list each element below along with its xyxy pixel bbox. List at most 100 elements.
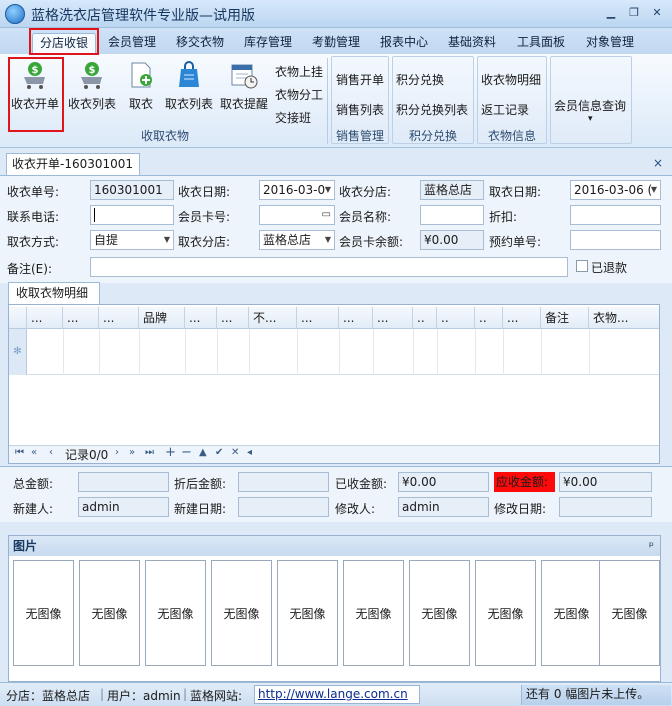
pickup-reminder-button[interactable]: 取衣提醒 xyxy=(218,58,270,118)
member-card-input[interactable]: ▭ xyxy=(259,205,335,225)
tab-member-management[interactable]: 会员管理 xyxy=(101,33,163,54)
image-slot[interactable]: 无图像 xyxy=(343,560,404,666)
next-page-icon[interactable]: » xyxy=(129,447,135,458)
table-row[interactable] xyxy=(9,329,659,375)
grid-column-header[interactable]: 衣物... xyxy=(589,307,659,329)
member-name-input[interactable] xyxy=(420,205,484,225)
order-no-field[interactable]: 160301001 xyxy=(90,180,174,200)
image-slot[interactable]: 无图像 xyxy=(13,560,74,666)
total-amount-field xyxy=(78,472,169,492)
scroll-left-icon[interactable]: ◂ xyxy=(247,447,252,458)
sales-list-link[interactable]: 销售列表 xyxy=(336,101,384,118)
text-cursor xyxy=(94,208,95,222)
pickup-branch-label: 取衣分店: xyxy=(178,235,231,249)
detail-tab[interactable]: 收取衣物明细 xyxy=(8,282,100,304)
tab-tools[interactable]: 工具面板 xyxy=(509,33,573,54)
grid-column-header[interactable]: ... xyxy=(503,307,541,329)
hang-clothes-link[interactable]: 衣物上挂 xyxy=(275,63,323,80)
receive-list-button[interactable]: $ 收衣列表 xyxy=(64,58,120,118)
image-slot[interactable]: 无图像 xyxy=(277,560,338,666)
image-slot[interactable]: 无图像 xyxy=(409,560,470,666)
menu-tab-bar: 分店收银 会员管理 移交衣物 库存管理 考勤管理 报表中心 基础资料 工具面板 … xyxy=(0,28,672,54)
grid-column-header[interactable]: .. xyxy=(437,307,475,329)
tab-reports[interactable]: 报表中心 xyxy=(373,33,435,54)
grid-column-header[interactable]: .. xyxy=(475,307,503,329)
cancel-record-icon[interactable]: ✕ xyxy=(231,447,239,458)
image-slot[interactable]: 无图像 xyxy=(475,560,536,666)
order-form: 收衣单号: 160301001 收衣日期: 2016-03-0 ▼ 收衣分店: 蓝… xyxy=(0,175,672,283)
reservation-input[interactable] xyxy=(570,230,661,250)
tab-transfer-clothes[interactable]: 移交衣物 xyxy=(169,33,231,54)
status-user: 用户：admin xyxy=(107,689,181,703)
grid-column-header[interactable]: ... xyxy=(63,307,99,329)
app-logo-icon xyxy=(5,4,25,24)
id-card-icon[interactable]: ▭ xyxy=(322,206,331,224)
grid-navigator: ⏮ « ‹ 记录0/0 › » ⏭ + − ▲ ✔ ✕ ◂ xyxy=(9,445,659,463)
points-exchange-list-link[interactable]: 积分兑换列表 xyxy=(396,101,468,118)
tab-inventory[interactable]: 库存管理 xyxy=(237,33,299,54)
add-record-icon[interactable]: + xyxy=(165,445,176,460)
grid-column-header[interactable]: ... xyxy=(339,307,373,329)
remark-input[interactable] xyxy=(90,257,568,277)
image-slot[interactable]: 无图像 xyxy=(599,560,660,666)
grid-column-header[interactable]: ... xyxy=(185,307,217,329)
points-exchange-link[interactable]: 积分兑换 xyxy=(396,71,444,88)
phone-input[interactable] xyxy=(90,205,174,225)
grid-column-header[interactable]: ... xyxy=(297,307,339,329)
pickup-button[interactable]: 取衣 xyxy=(122,58,160,118)
tab-basic-data[interactable]: 基础资料 xyxy=(441,33,503,54)
delete-record-icon[interactable]: − xyxy=(181,445,192,460)
grid-column-header[interactable]: ... xyxy=(99,307,139,329)
grid-column-header[interactable]: ... xyxy=(217,307,249,329)
prev-page-icon[interactable]: « xyxy=(31,447,37,458)
card-balance-label: 会员卡余额: xyxy=(339,235,404,249)
image-slot[interactable]: 无图像 xyxy=(145,560,206,666)
shopping-bag-icon xyxy=(179,61,199,87)
clothes-info-group-label: 衣物信息 xyxy=(487,129,536,143)
modify-date-label: 修改日期: xyxy=(494,502,547,516)
tab-object-management[interactable]: 对象管理 xyxy=(578,33,642,54)
grid-column-header[interactable]: ... xyxy=(373,307,413,329)
edit-record-icon[interactable]: ▲ xyxy=(199,447,207,458)
rework-record-link[interactable]: 返工记录 xyxy=(481,101,529,118)
receive-branch-field[interactable]: 蓝格总店 xyxy=(420,180,484,200)
clothes-detail-link[interactable]: 收衣物明细 xyxy=(481,71,541,88)
minimize-icon[interactable]: ▁ xyxy=(604,6,618,20)
grid-column-header[interactable]: 备注 xyxy=(541,307,589,329)
save-record-icon[interactable]: ✔ xyxy=(215,447,223,458)
receive-date-picker[interactable]: 2016-03-0 ▼ xyxy=(259,180,335,200)
refunded-checkbox[interactable] xyxy=(576,260,588,272)
grid-column-header[interactable]: .. xyxy=(413,307,437,329)
prev-record-icon[interactable]: ‹ xyxy=(49,447,53,458)
website-link[interactable]: http://www.lange.com.cn xyxy=(254,685,420,704)
grid-column-header[interactable]: ... xyxy=(27,307,63,329)
new-row-indicator[interactable]: ✻ xyxy=(9,329,27,375)
image-slot[interactable]: 无图像 xyxy=(79,560,140,666)
clothes-assignment-link[interactable]: 衣物分工 xyxy=(275,86,323,103)
pickup-branch-select[interactable]: 蓝格总店 ▼ xyxy=(259,230,335,250)
receive-list-label: 收衣列表 xyxy=(67,97,116,111)
shift-handover-link[interactable]: 交接班 xyxy=(275,109,311,126)
modify-date-field xyxy=(559,497,652,517)
first-record-icon[interactable]: ⏮ xyxy=(15,447,24,458)
pin-icon[interactable]: ᵖ xyxy=(649,536,654,556)
image-slot[interactable]: 无图像 xyxy=(541,560,602,666)
pickup-method-select[interactable]: 自提 ▼ xyxy=(90,230,174,250)
grid-column-header[interactable]: 品牌 xyxy=(139,307,185,329)
next-record-icon[interactable]: › xyxy=(115,447,119,458)
restore-icon[interactable]: ❐ xyxy=(627,6,641,20)
clothes-detail-grid: ... ... ... 品牌 ... ... 不... ... ... ... … xyxy=(8,304,660,464)
discount-input[interactable] xyxy=(570,205,661,225)
close-document-icon[interactable]: × xyxy=(653,156,663,170)
close-icon[interactable]: ✕ xyxy=(650,6,664,20)
last-record-icon[interactable]: ⏭ xyxy=(145,447,154,458)
image-slot[interactable]: 无图像 xyxy=(211,560,272,666)
dropdown-arrow-icon: ▼ xyxy=(324,185,331,194)
tab-attendance[interactable]: 考勤管理 xyxy=(305,33,367,54)
sales-order-link[interactable]: 销售开单 xyxy=(336,71,384,88)
grid-column-header[interactable]: 不... xyxy=(249,307,297,329)
pickup-date-picker[interactable]: 2016-03-06 (▼ xyxy=(570,180,661,200)
pickup-list-button[interactable]: 取衣列表 xyxy=(162,58,216,118)
creator-field: admin xyxy=(78,497,169,517)
document-tab[interactable]: 收衣开单-160301001 xyxy=(6,153,140,175)
